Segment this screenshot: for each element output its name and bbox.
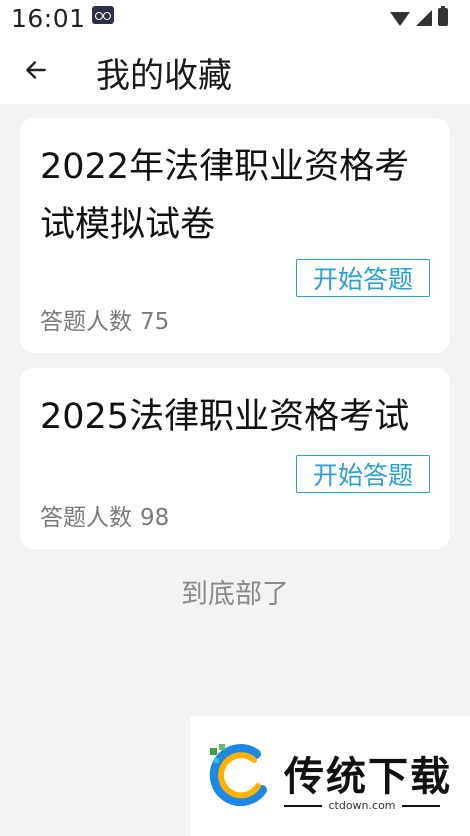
favorite-card[interactable]: 2025法律职业资格考试 开始答题 答题人数 98 <box>20 368 450 549</box>
watermark-site-text: ctdown.com <box>328 799 396 812</box>
answer-count-label: 答题人数 <box>40 309 132 335</box>
arrow-left-icon <box>26 61 46 79</box>
exam-title: 2025法律职业资格考试 <box>40 397 410 437</box>
site-logo-icon <box>209 744 267 807</box>
page-title: 我的收藏 <box>96 56 232 96</box>
battery-icon <box>438 6 448 26</box>
answer-count: 答题人数 98 <box>40 498 169 532</box>
watermark-site: ctdown.com <box>284 799 440 812</box>
answer-count-value: 75 <box>140 309 170 335</box>
divider <box>284 804 323 807</box>
divider <box>401 804 440 807</box>
signal-icon <box>416 10 432 26</box>
answer-count-value: 98 <box>140 505 170 531</box>
answer-count: 答题人数 75 <box>40 302 169 336</box>
status-icons <box>390 6 448 26</box>
watermark-brand: 传统下载 <box>284 754 452 800</box>
status-time: 16:01 <box>11 4 86 33</box>
app-bar: 我的收藏 <box>0 36 470 104</box>
watermark: 传统下载 ctdown.com <box>190 716 470 836</box>
start-answer-button[interactable]: 开始答题 <box>296 455 430 493</box>
status-bar: 16:01 <box>0 0 470 36</box>
start-answer-button[interactable]: 开始答题 <box>296 259 430 297</box>
favorite-card[interactable]: 2022年法律职业资格考试模拟试卷 开始答题 答题人数 75 <box>20 118 450 353</box>
exam-title: 2022年法律职业资格考试模拟试卷 <box>40 147 410 245</box>
answer-count-label: 答题人数 <box>40 505 132 531</box>
back-button[interactable] <box>16 50 56 90</box>
app-notification-icon <box>92 6 114 24</box>
end-of-list-text: 到底部了 <box>181 579 289 610</box>
wifi-icon <box>390 12 410 26</box>
